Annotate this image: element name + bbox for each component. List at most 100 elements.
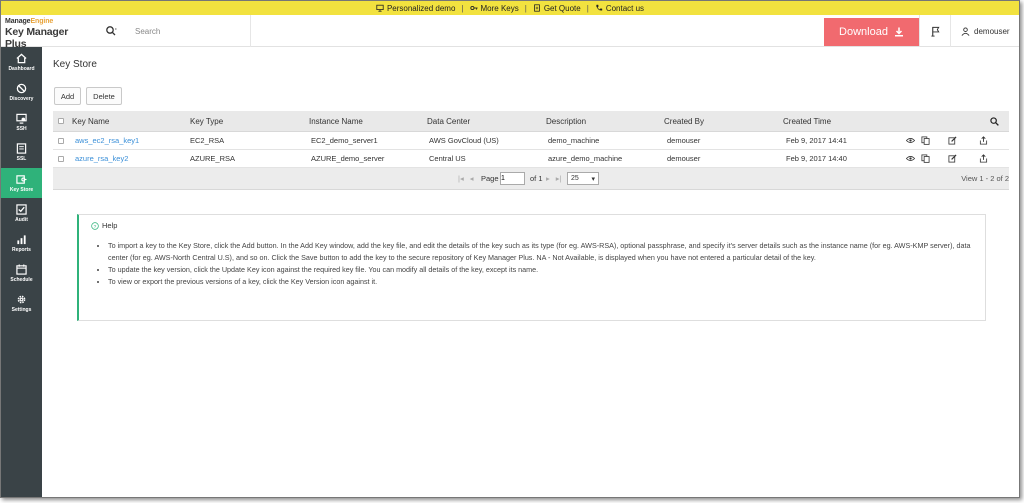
column-header-data-center[interactable]: Data Center — [427, 111, 470, 131]
view-key-button[interactable] — [906, 150, 915, 167]
column-header-created-by[interactable]: Created By — [664, 111, 704, 131]
chevron-down-icon: ▾ — [591, 175, 595, 183]
sidebar-item-label: Discovery — [9, 95, 34, 102]
view-key-button[interactable] — [906, 132, 915, 149]
page-number-input[interactable] — [500, 172, 525, 185]
separator: | — [586, 3, 589, 13]
feedback-button[interactable] — [919, 15, 951, 47]
promo-bar: Personalized demo | More Keys | Get Quot… — [1, 1, 1019, 15]
search-icon[interactable] — [105, 25, 117, 37]
gear-icon — [17, 295, 26, 303]
column-header-description[interactable]: Description — [546, 111, 586, 131]
brand-company-a: Manage — [5, 18, 31, 25]
brand-logo[interactable]: ManageEngine Key Manager Plus — [5, 18, 91, 50]
sidebar-item-label: SSH — [16, 125, 27, 132]
search-icon — [990, 116, 999, 126]
sidebar-item-settings[interactable]: Settings — [1, 288, 42, 318]
ssl-icon — [16, 142, 27, 154]
key-name-link[interactable]: aws_ec2_rsa_key1 — [75, 132, 139, 149]
personalized-demo-link[interactable]: Personalized demo — [376, 4, 455, 13]
discovery-icon — [16, 83, 27, 93]
sidebar-item-discovery[interactable]: Discovery — [1, 77, 42, 107]
sidebar-item-schedule[interactable]: Schedule — [1, 258, 42, 288]
key-type-cell: AZURE_RSA — [190, 154, 236, 163]
created-time-cell: Feb 9, 2017 14:40 — [786, 154, 847, 163]
key-type-cell: EC2_RSA — [190, 136, 225, 145]
sidebar-item-label: Settings — [11, 306, 32, 313]
column-header-key-name[interactable]: Key Name — [72, 111, 109, 131]
sidebar-item-label: Key Store — [9, 186, 34, 193]
description-cell: demo_machine — [548, 136, 600, 145]
versions-icon — [921, 136, 930, 145]
data-center-cell: Central US — [429, 154, 466, 163]
data-center-cell: AWS GovCloud (US) — [429, 136, 499, 145]
key-version-button[interactable] — [921, 150, 930, 167]
page-input-wrap — [497, 168, 528, 189]
download-icon — [894, 27, 903, 37]
page-label: Page — [481, 174, 499, 183]
help-list: To import a key to the Key Store, click … — [99, 240, 977, 288]
delete-button[interactable]: Delete — [86, 87, 122, 105]
sidebar-item-ssh[interactable]: SSH — [1, 107, 42, 137]
created-by-cell: demouser — [667, 136, 701, 145]
add-button[interactable]: Add — [54, 87, 81, 105]
header: ManageEngine Key Manager Plus Download d… — [1, 15, 1019, 50]
sidebar-item-label: Schedule — [10, 276, 33, 283]
sidebar-item-label: SSL — [16, 155, 27, 162]
last-page-icon: ▸| — [555, 174, 562, 183]
table-search-button[interactable] — [990, 111, 999, 131]
get-quote-label: Get Quote — [543, 3, 581, 13]
reports-icon — [17, 234, 26, 244]
help-header: ? Help — [91, 221, 117, 230]
search-area — [105, 15, 251, 47]
flag-icon — [930, 26, 940, 37]
separator: | — [461, 3, 464, 13]
select-all-checkbox[interactable] — [58, 111, 64, 131]
app-window: Personalized demo | More Keys | Get Quot… — [0, 0, 1020, 498]
sidebar-item-reports[interactable]: Reports — [1, 228, 42, 258]
contact-us-label: Contact us — [605, 3, 645, 13]
column-header-instance-name[interactable]: Instance Name — [309, 111, 363, 131]
key-name-link[interactable]: azure_rsa_key2 — [75, 150, 128, 167]
export-icon — [979, 154, 988, 163]
pagination-next[interactable]: ▸ ▸| — [546, 168, 561, 189]
edit-icon — [948, 136, 957, 145]
contact-us-link[interactable]: Contact us — [595, 4, 644, 13]
update-key-button[interactable] — [948, 150, 957, 167]
column-header-created-time[interactable]: Created Time — [783, 111, 831, 131]
personalized-demo-label: Personalized demo — [386, 3, 456, 13]
eye-icon — [906, 138, 915, 143]
pagination-bar: |◂ ◂ Page of 1 ▸ ▸| 25 ▾ View 1 - 2 of 2 — [53, 168, 1009, 190]
export-key-button[interactable] — [979, 150, 988, 167]
column-header-key-type[interactable]: Key Type — [190, 111, 223, 131]
pagination-prev[interactable]: |◂ ◂ — [458, 168, 473, 189]
user-menu[interactable]: demouser — [961, 15, 1010, 47]
update-key-button[interactable] — [948, 132, 957, 149]
sidebar-item-ssl[interactable]: SSL — [1, 137, 42, 167]
sidebar-item-key-store[interactable]: Key Store — [1, 168, 42, 198]
next-page-icon: ▸ — [546, 174, 550, 183]
key-version-button[interactable] — [921, 132, 930, 149]
svg-text:?: ? — [94, 223, 97, 229]
download-label: Download — [839, 26, 888, 38]
instance-name-cell: EC2_demo_server1 — [311, 136, 378, 145]
sidebar-item-audit[interactable]: Audit — [1, 198, 42, 228]
table-row: aws_ec2_rsa_key1 EC2_RSA EC2_demo_server… — [53, 132, 1009, 150]
brand-company-b: Engine — [30, 18, 54, 25]
more-keys-link[interactable]: More Keys — [469, 4, 519, 13]
search-input[interactable] — [135, 26, 235, 36]
created-by-cell: demouser — [667, 154, 701, 163]
get-quote-link[interactable]: Get Quote — [533, 4, 581, 13]
sidebar-item-dashboard[interactable]: Dashboard — [1, 47, 42, 77]
versions-icon — [921, 154, 930, 163]
row-checkbox[interactable] — [58, 132, 64, 149]
brand-company: ManageEngine — [5, 18, 91, 25]
table-header: Key Name Key Type Instance Name Data Cen… — [53, 111, 1009, 132]
export-key-button[interactable] — [979, 132, 988, 149]
row-checkbox[interactable] — [58, 150, 64, 167]
sidebar-item-label: Audit — [15, 216, 28, 223]
instance-name-cell: AZURE_demo_server — [311, 154, 385, 163]
first-page-icon: |◂ — [458, 174, 464, 183]
download-button[interactable]: Download — [824, 18, 919, 46]
page-size-select[interactable]: 25 ▾ — [567, 168, 599, 189]
